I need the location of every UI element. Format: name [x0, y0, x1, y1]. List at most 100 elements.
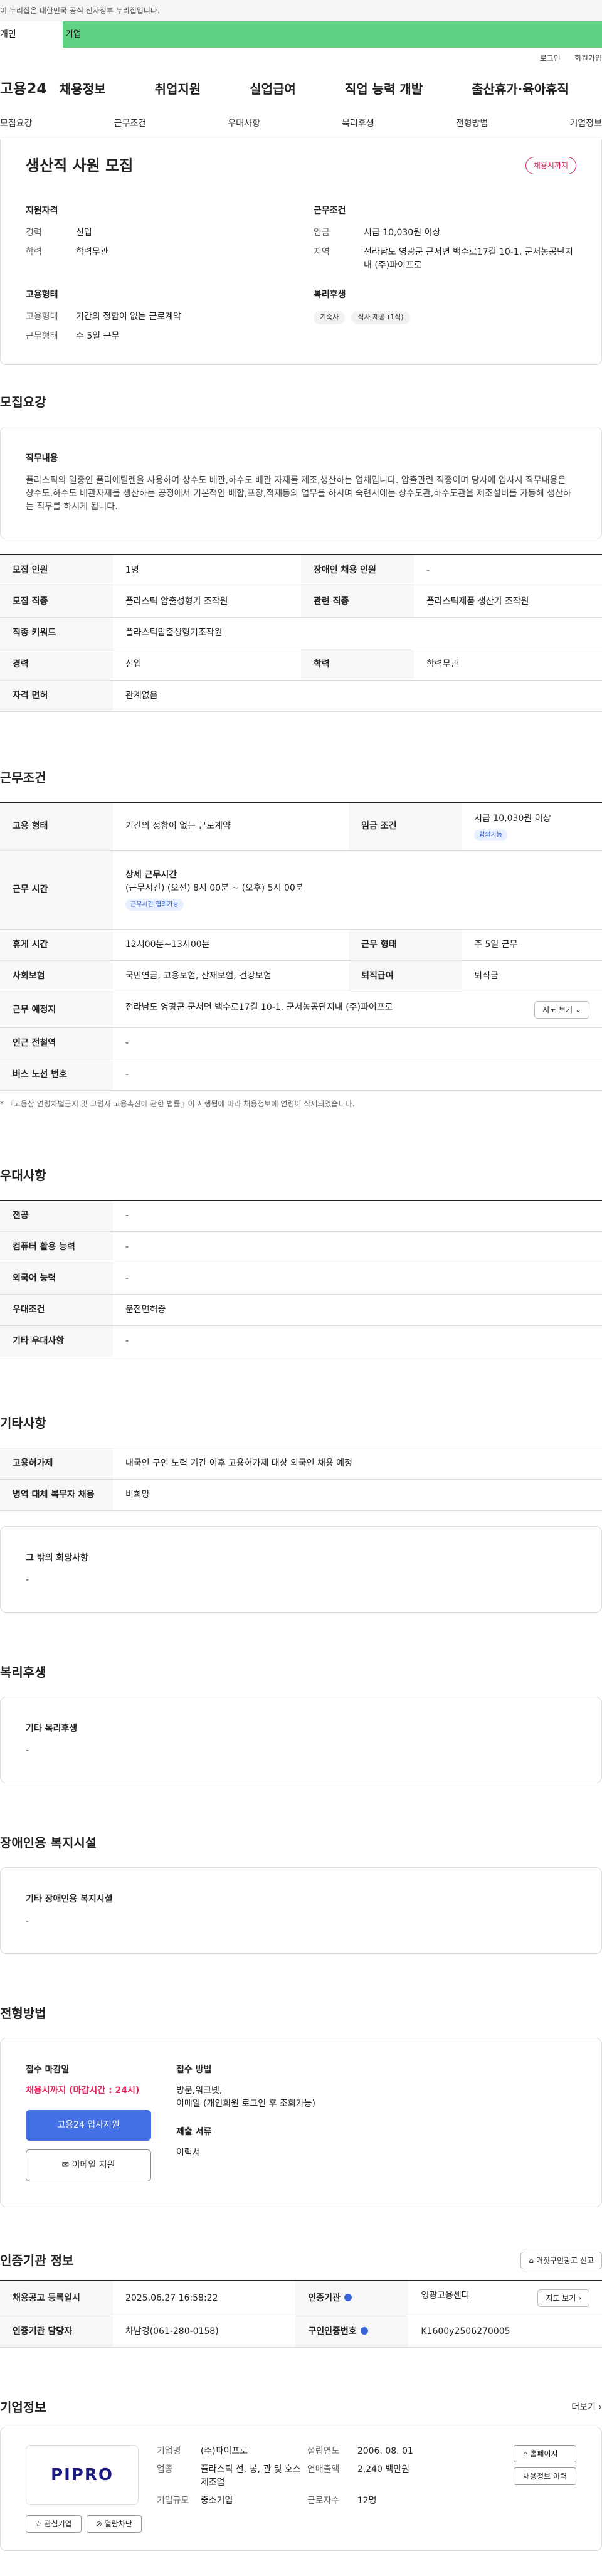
location-value: 전라남도 영광군 군서면 백수로17길 10-1, 군서농공단지내 (주)파이프… [125, 1002, 393, 1012]
info-label: 연매출액 [307, 2464, 340, 2474]
wage-label: 임금 [314, 228, 330, 238]
cell-value: 2025.06.27 16:58:22 [113, 2280, 296, 2316]
map-button[interactable]: 지도 보기 ⌄ [534, 1001, 589, 1019]
nav-item-training[interactable]: 직업 능력 개발 [345, 80, 423, 98]
cell-label: 근무 예정지 [0, 992, 113, 1028]
agency-cell: 지도 보기 › 영광고용센터 [408, 2280, 602, 2316]
cell-label: 임금 조건 [349, 802, 462, 851]
qualification-group: 지원자격 경력 신입 학력 학력무관 [26, 204, 288, 278]
subnav-recruit[interactable]: 모집요강 [0, 117, 33, 130]
cell-label: 우대조건 [0, 1294, 113, 1326]
nav-item-benefit[interactable]: 실업급여 [250, 80, 296, 98]
other-wish-value: - [26, 1575, 29, 1585]
table-row: 외국어 능력 - [0, 1263, 602, 1295]
company-heading: 기업정보 [0, 2400, 46, 2415]
deadline-col: 접수 마감일 채용시까지 (마감시간 : 24시) 고용24 입사지원 ✉ 이메… [26, 2064, 151, 2181]
report-button[interactable]: ⌂ 거짓구인광고 신고 [520, 2252, 602, 2269]
table-row: 사회보험 국민연금, 고용보험, 산재보험, 건강보험 퇴직급여 퇴직금 [0, 960, 602, 992]
info-value: 중소기업 [200, 2496, 233, 2506]
conditions-heading: 근무조건 [0, 770, 46, 785]
nav-item-support[interactable]: 취업지원 [155, 80, 201, 98]
cell-label: 외국어 능력 [0, 1263, 113, 1295]
site-logo[interactable]: 고용24 [0, 78, 60, 100]
subnav-pref[interactable]: 우대사항 [228, 117, 260, 130]
cell-value: - [113, 1027, 602, 1059]
more-label: 더보기 [571, 2402, 596, 2412]
info-value: 플라스틱 선, 봉, 관 및 호스 제조업 [200, 2464, 301, 2488]
job-desc-text: 플라스틱의 일종인 폴리에틸렌을 사용하여 상수도 배관,하수도 배관 자재를 … [26, 475, 571, 512]
block-label: 열람차단 [104, 2520, 132, 2528]
cell-value: - [113, 1200, 602, 1232]
exp-value: 신입 [76, 228, 92, 238]
cell-value: - [414, 554, 602, 586]
qual-title: 지원자격 [26, 206, 58, 216]
welfare-title: 복리후생 [314, 290, 346, 300]
cell-label: 근무 시간 [0, 850, 113, 930]
cell-value: 운전면허증 [113, 1294, 602, 1326]
subnav-welfare[interactable]: 복리후생 [342, 117, 374, 130]
info-icon[interactable] [360, 2327, 368, 2335]
cell-value: - [113, 1231, 602, 1263]
etc-table: 고용허가제 내국인 구인 노력 기간 이후 고용허가제 대상 외국인 채용 예정 … [0, 1448, 602, 1511]
agency-value: 영광고용센터 [421, 2291, 470, 2301]
signup-link[interactable]: 회원가입 [574, 53, 602, 64]
info-value: 2,240 백만원 [357, 2464, 409, 2474]
block-button[interactable]: ⊘ 열람차단 [86, 2515, 142, 2533]
conditions-table: 고용 형태 기간의 정함이 없는 근로계약 임금 조건 시급 10,030원 이상 협의… [0, 802, 602, 1091]
more-link[interactable]: 더보기 › [571, 2401, 602, 2414]
nav-item-leave[interactable]: 출산휴가·육아휴직 [472, 80, 569, 98]
deadline-value: 채용시까지 (마감시간 : 24시) [26, 2086, 140, 2096]
loc-value: 전라남도 영광군 군서면 백수로17길 10-1, 군서농공단지내 (주)파이프… [364, 247, 573, 270]
tab-personal[interactable]: 개인 [0, 21, 63, 48]
type-label: 고용형태 [26, 312, 58, 322]
other-wish-box: 그 밖의 희망사항 - [0, 1526, 602, 1613]
subnav-company[interactable]: 기업정보 [569, 117, 602, 130]
recruit-table: 모집 인원 1명 장애인 채용 인원 - 모집 직종 플라스틱 압출성형기 조작원 관련 … [0, 554, 602, 712]
welfare-box-value: - [26, 1746, 29, 1756]
nav-item-jobs[interactable]: 채용정보 [60, 80, 106, 98]
cell-value: 내국인 구인 노력 기간 이후 고용허가제 대상 외국인 채용 예정 [113, 1448, 602, 1480]
welfare-box: 기타 복리후생 - [0, 1697, 602, 1783]
homepage-button[interactable]: ⌂ 홈페이지 [513, 2445, 576, 2462]
fav-button[interactable]: ☆ 관심기업 [26, 2515, 82, 2533]
cell-label: 병역 대체 복무자 채용 [0, 1479, 113, 1511]
method-title: 접수 방법 [176, 2065, 212, 2075]
method-value-2: 이메일 (개인회원 로그인 후 조회가능) [176, 2099, 315, 2109]
disabled-box: 기타 장애인용 복지시설 - [0, 1867, 602, 1954]
login-link[interactable]: 로그인 [540, 53, 561, 64]
cell-value: 플라스틱제품 생산기 조작원 [414, 586, 602, 618]
subnav-conditions[interactable]: 근무조건 [114, 117, 147, 130]
method-value: 방문,워크넷, [176, 2086, 223, 2096]
week-label: 근무형태 [26, 331, 58, 341]
cell-value: 플라스틱 압출성형기 조작원 [113, 586, 301, 618]
cert-label: 구인인증번호 [308, 2326, 357, 2336]
home-icon: ⌂ [522, 2449, 528, 2458]
info-icon[interactable] [344, 2293, 352, 2301]
email-apply-button[interactable]: ✉ 이메일 지원 [26, 2149, 151, 2181]
table-row: 근무 예정지 지도 보기 ⌄ 전라남도 영광군 군서면 백수로17길 10-1, 군… [0, 992, 602, 1028]
history-button[interactable]: 채용정보 이력 [513, 2467, 576, 2485]
apply-button[interactable]: 고용24 입사지원 [26, 2110, 151, 2141]
tab-company[interactable]: 기업 [63, 21, 602, 48]
pref-table: 전공 - 컴퓨터 활용 능력 - 외국어 능력 - 우대조건 운전면허증 기타 우대사항… [0, 1200, 602, 1357]
cell-label: 근무 형태 [349, 929, 462, 961]
company-header: 기업정보 더보기 › [0, 2398, 602, 2417]
cell-label: 경력 [0, 649, 113, 681]
agency-map-button[interactable]: 지도 보기 › [537, 2289, 589, 2307]
table-row: 자격 면허 관계없음 [0, 680, 602, 712]
other-wish-title: 그 밖의 희망사항 [26, 1553, 88, 1563]
cell-label: 인증기관 담당자 [0, 2316, 113, 2348]
table-row: 채용공고 등록일시 2025.06.27 16:58:22 인증기관 지도 보기 › 영… [0, 2280, 602, 2316]
cell-value: 신입 [113, 649, 301, 681]
cell-label: 모집 인원 [0, 554, 113, 586]
etc-heading: 기타사항 [0, 1416, 46, 1431]
cell-label: 사회보험 [0, 960, 113, 992]
welfare-box-title: 기타 복리후생 [26, 1724, 78, 1734]
email-apply-label: 이메일 지원 [71, 2160, 115, 2170]
subnav-process[interactable]: 전형방법 [456, 117, 488, 130]
report-label: 거짓구인광고 신고 [536, 2256, 594, 2265]
table-row: 모집 인원 1명 장애인 채용 인원 - [0, 554, 602, 586]
job-desc-title: 직무내용 [26, 453, 58, 464]
hours-cell: 상세 근무시간 (근무시간) (오전) 8시 00분 ~ (오후) 5시 00분 근… [113, 850, 602, 930]
agency-label: 인증기관 [308, 2292, 341, 2303]
